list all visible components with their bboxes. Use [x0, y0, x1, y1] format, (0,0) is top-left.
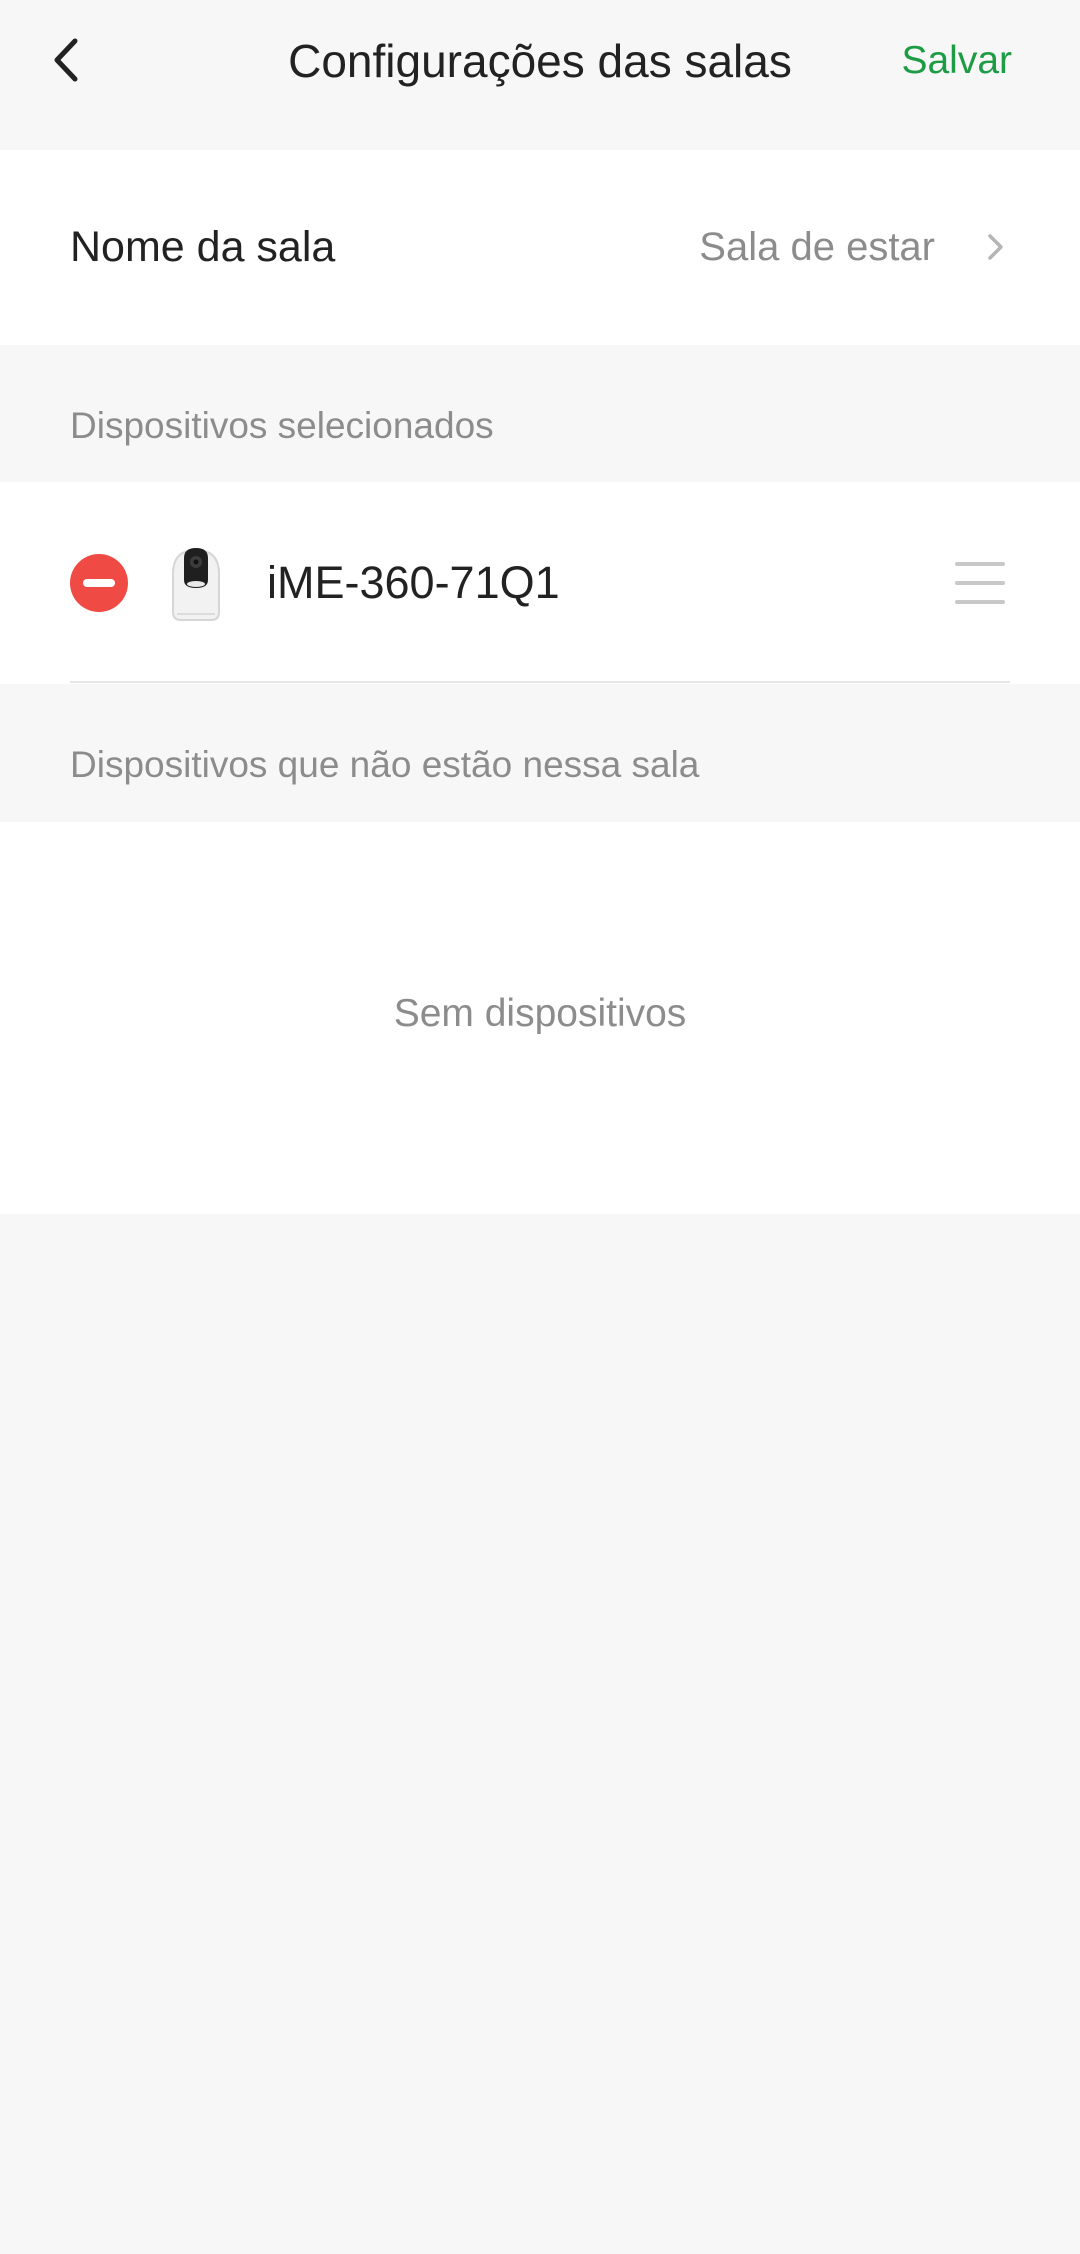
- other-devices-header: Dispositivos que não estão nessa sala: [0, 684, 1080, 822]
- save-button[interactable]: Salvar: [901, 34, 1012, 88]
- selected-devices-header: Dispositivos selecionados: [0, 345, 1080, 482]
- camera-icon: [172, 548, 220, 621]
- chevron-right-icon: [988, 234, 1003, 260]
- other-devices-title: Dispositivos que não estão nessa sala: [70, 744, 700, 785]
- drag-handle-icon[interactable]: [955, 562, 1005, 604]
- remove-device-button[interactable]: [70, 554, 128, 612]
- divider: [70, 681, 1010, 683]
- header-bar: Configurações das salas Salvar: [0, 0, 1080, 150]
- minus-icon: [83, 579, 115, 587]
- room-name-row[interactable]: Nome da sala Sala de estar: [0, 150, 1080, 345]
- device-name: iME-360-71Q1: [267, 557, 560, 608]
- room-name-value: Sala de estar: [699, 225, 935, 269]
- empty-devices-message: Sem dispositivos: [393, 992, 687, 1035]
- selected-devices-title: Dispositivos selecionados: [70, 405, 494, 446]
- empty-devices-panel: Sem dispositivos: [0, 822, 1080, 1214]
- device-row: iME-360-71Q1: [0, 482, 1080, 684]
- room-name-label: Nome da sala: [70, 223, 336, 271]
